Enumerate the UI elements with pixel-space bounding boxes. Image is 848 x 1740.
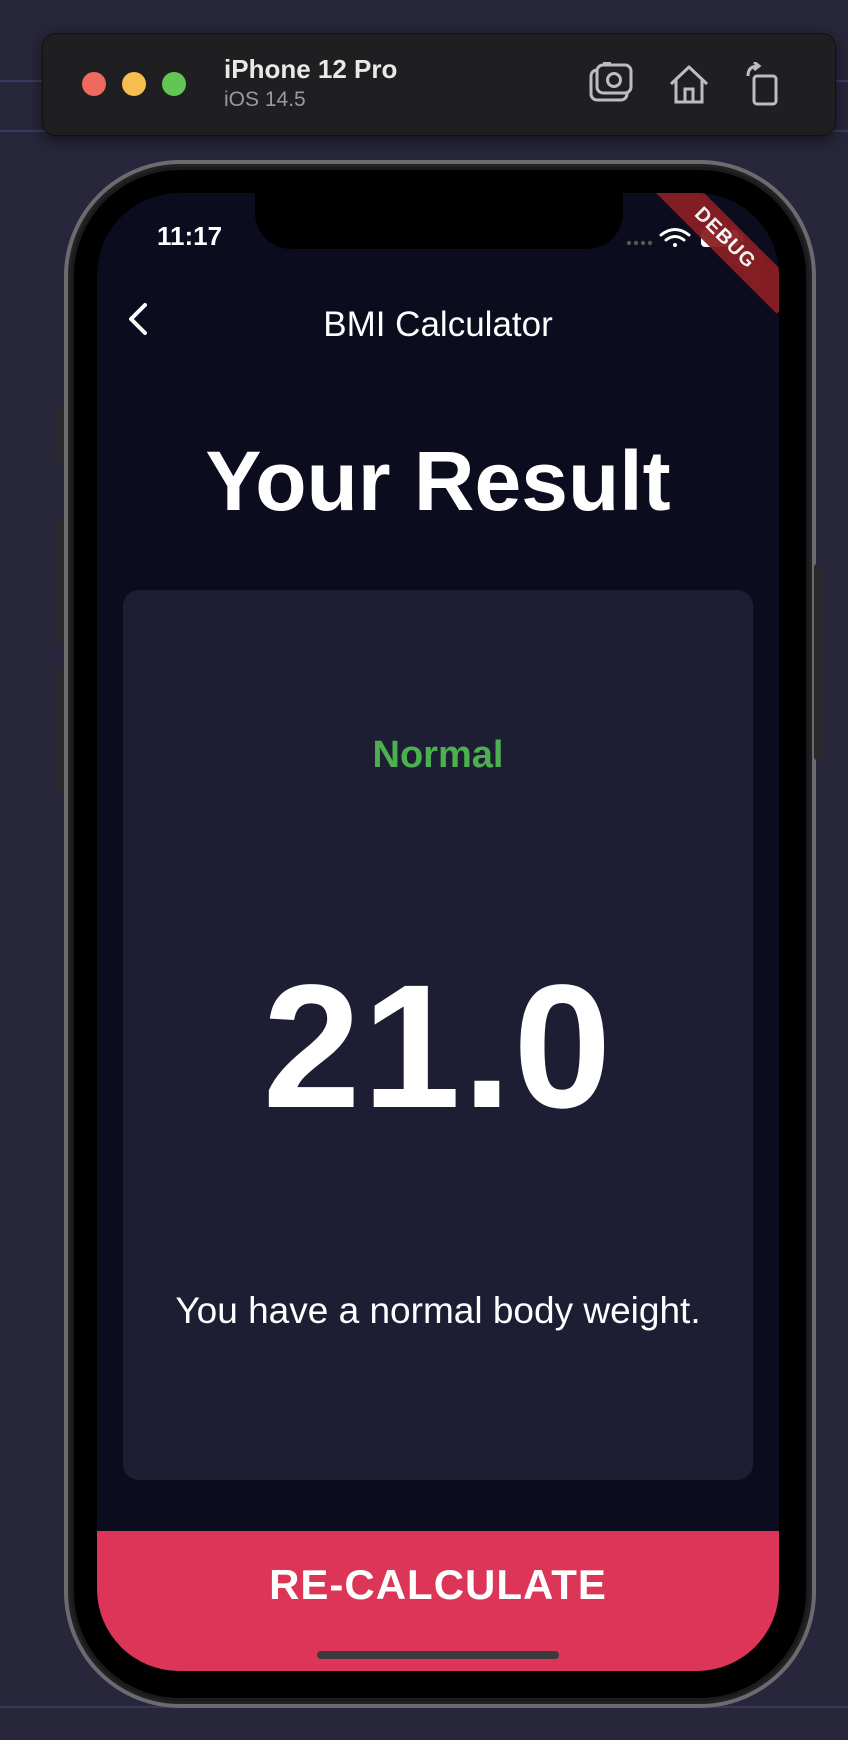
phone-screen: 11:17 DEBUG BMI Calculator Your Result N… <box>97 193 779 1671</box>
device-os-version: iOS 14.5 <box>224 88 306 111</box>
minimize-window-button[interactable] <box>122 72 146 96</box>
rotate-icon[interactable] <box>742 62 788 106</box>
background-line <box>0 130 48 132</box>
bmi-value: 21.0 <box>262 949 614 1145</box>
status-time: 11:17 <box>157 221 223 251</box>
home-icon[interactable] <box>666 62 712 106</box>
volume-down-button <box>54 668 64 792</box>
wifi-icon <box>659 228 691 247</box>
volume-up-button <box>54 520 64 644</box>
bmi-status: Normal <box>372 734 504 776</box>
recalculate-label: RE-CALCULATE <box>269 1561 607 1608</box>
close-window-button[interactable] <box>82 72 106 96</box>
bmi-interpretation: You have a normal body weight. <box>175 1290 701 1331</box>
app-bar-title: BMI Calculator <box>323 305 553 344</box>
screenshot-icon[interactable] <box>588 62 634 106</box>
background-line <box>0 80 48 82</box>
recalculate-button[interactable]: RE-CALCULATE <box>97 1531 779 1671</box>
notch <box>255 193 623 249</box>
home-indicator <box>317 1651 559 1659</box>
device-name: iPhone 12 Pro <box>224 54 398 84</box>
zoom-window-button[interactable] <box>162 72 186 96</box>
power-button <box>814 564 824 760</box>
mute-switch <box>54 408 64 462</box>
result-heading: Your Result <box>205 434 671 528</box>
result-card: Normal 21.0 You have a normal body weigh… <box>123 590 753 1480</box>
cellular-signal-icon <box>626 240 653 246</box>
